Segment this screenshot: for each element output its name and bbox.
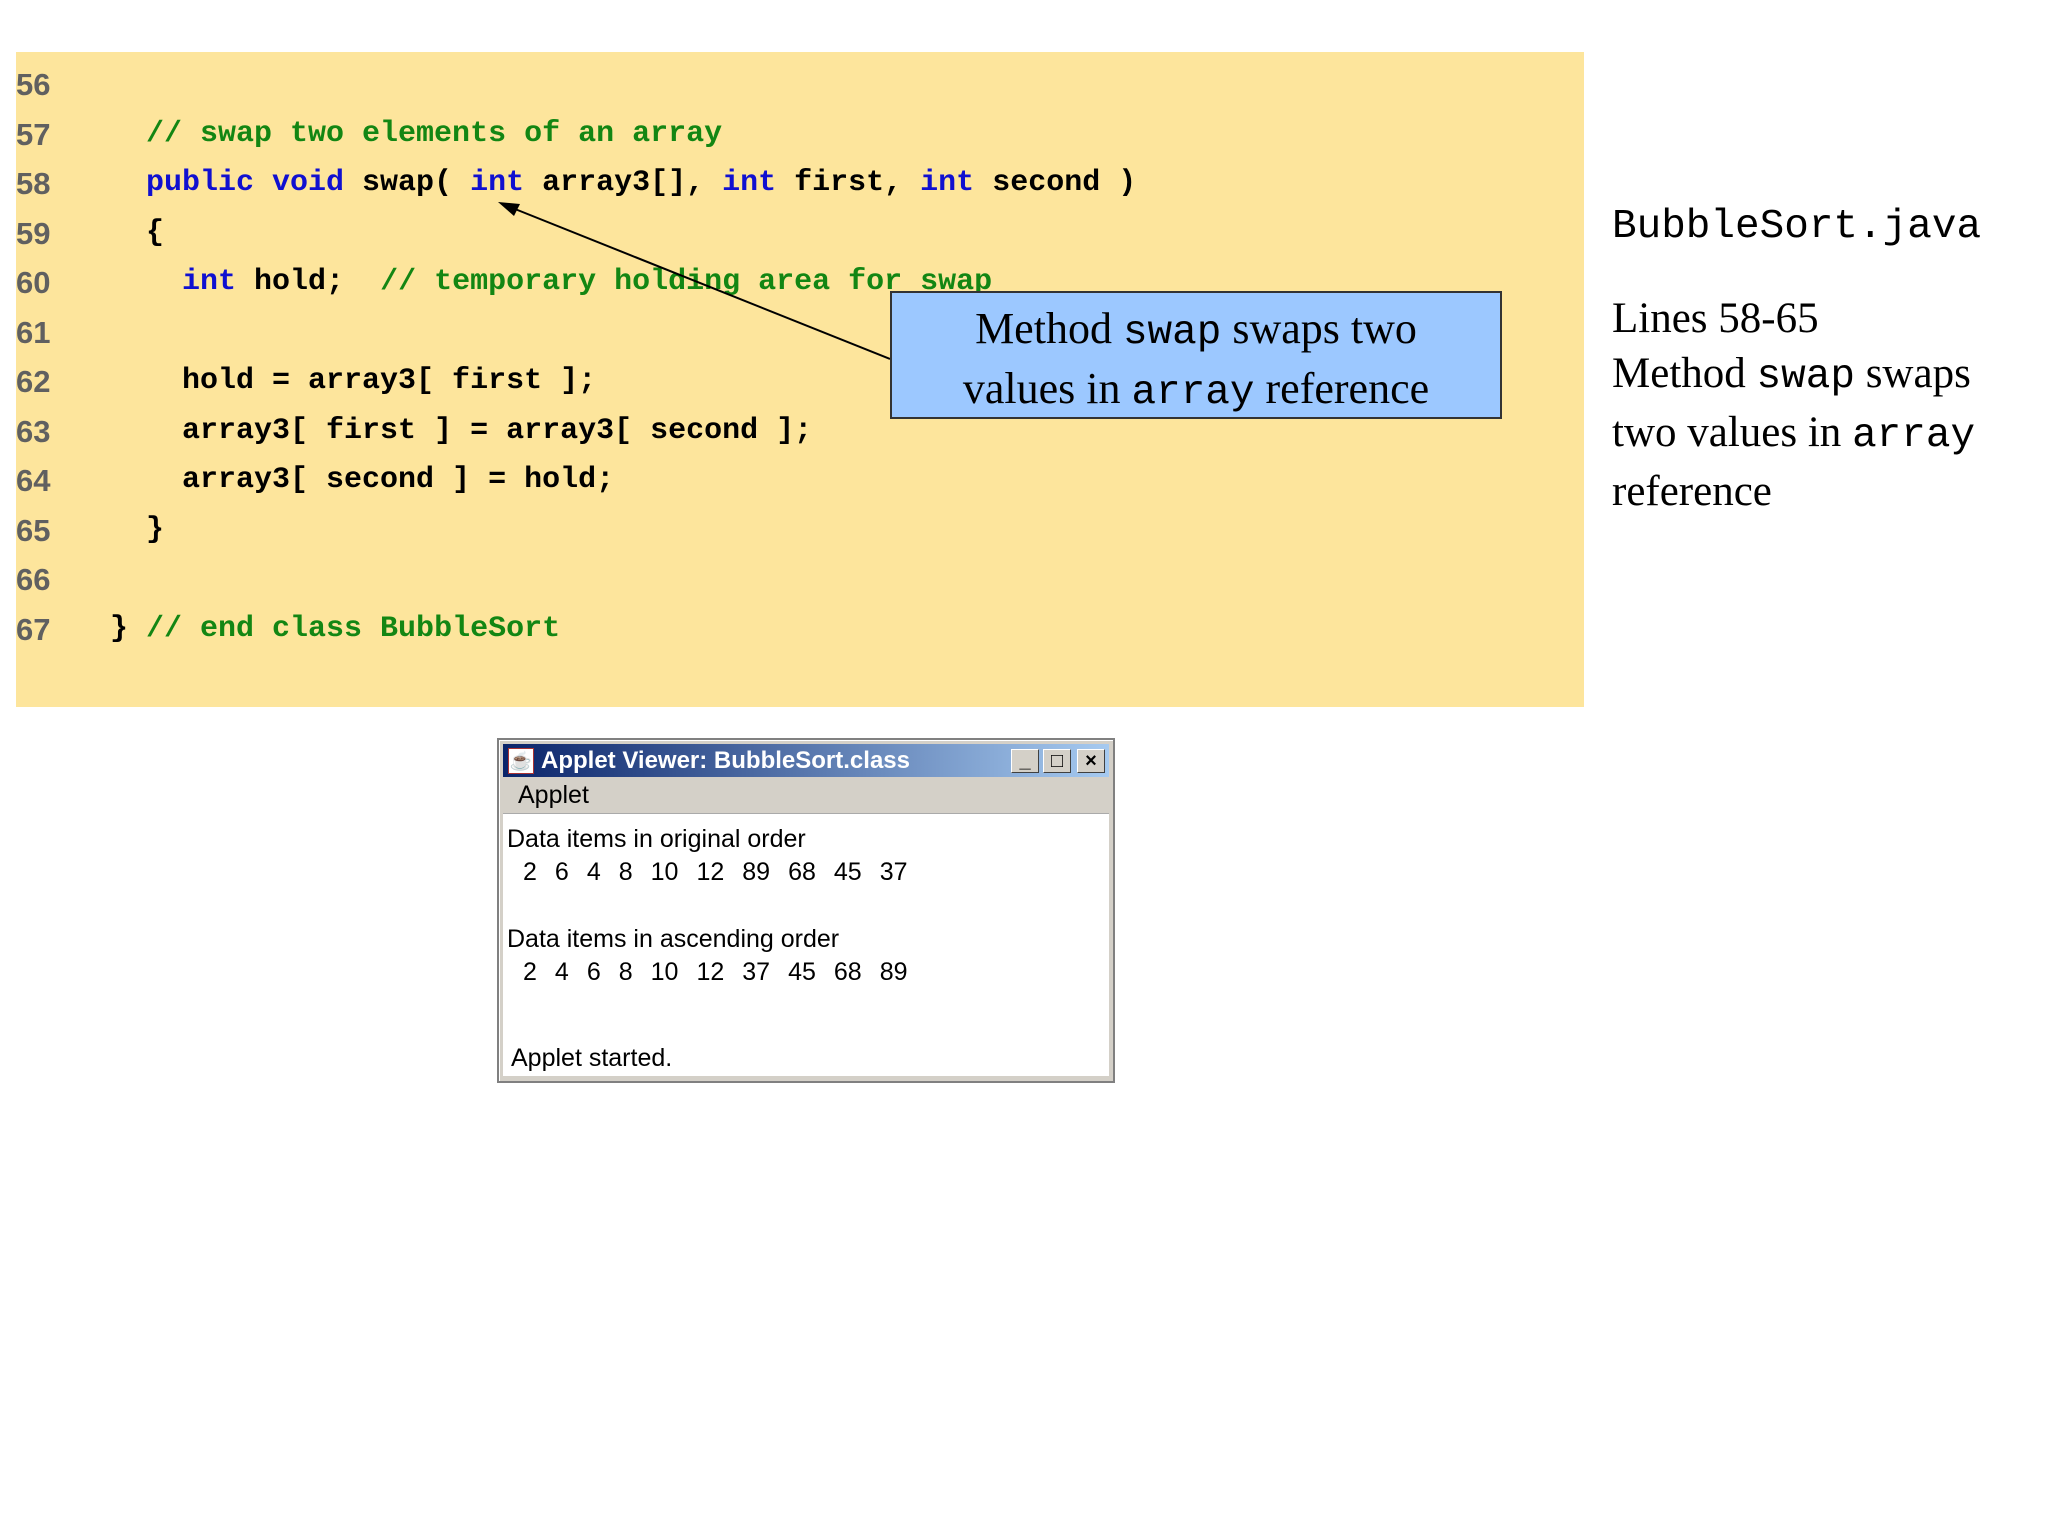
file-name: BubbleSort.java — [1612, 204, 1982, 250]
line-number: 63 — [16, 413, 51, 449]
value-item: 12 — [696, 958, 725, 986]
code-text: int hold; // temporary holding area for … — [74, 265, 993, 299]
value-item: 8 — [618, 858, 633, 886]
code-text: hold = array3[ first ]; — [74, 364, 597, 398]
line-number: 58 — [16, 166, 51, 201]
original-values: 2 6 4 8 10 12 89 68 45 37 — [523, 857, 926, 887]
line-number: 62 — [16, 364, 51, 399]
line-number: 66 — [16, 562, 51, 597]
applet-window: ☕ Applet Viewer: BubbleSort.class _ □ × … — [497, 738, 1115, 1083]
value-item: 8 — [618, 958, 633, 986]
value-item: 37 — [879, 858, 908, 886]
value-item: 10 — [650, 958, 679, 986]
value-item: 2 — [523, 858, 537, 886]
value-item: 89 — [879, 958, 908, 986]
minimize-button[interactable]: _ — [1011, 749, 1039, 773]
code-text: array3[ first ] = array3[ second ]; — [74, 413, 813, 448]
side-description: Method swap swaps two values in array re… — [1612, 350, 1976, 515]
line-number: 57 — [16, 116, 51, 152]
callout-line-1: Method swap swaps two — [975, 304, 1417, 356]
callout-line-2: values in array reference — [962, 364, 1430, 416]
code-text: array3[ second ] = hold; — [74, 463, 615, 497]
callout-box: Method swap swaps two values in array re… — [890, 291, 1502, 419]
menu-bar: Applet — [503, 779, 1109, 811]
sorted-values: 2 4 6 8 10 12 37 45 68 89 — [523, 957, 926, 987]
line-number: 65 — [16, 512, 51, 548]
original-order-label: Data items in original order — [507, 825, 806, 853]
ascending-order-label: Data items in ascending order — [507, 925, 840, 953]
status-bar: Applet started. — [503, 1040, 1109, 1076]
menu-applet[interactable]: Applet — [518, 781, 589, 809]
code-text: // swap two elements of an array — [74, 116, 723, 151]
value-item: 4 — [586, 858, 601, 886]
code-text: } — [74, 512, 165, 547]
value-item: 37 — [742, 958, 771, 986]
line-number: 59 — [16, 215, 51, 251]
status-text: Applet started. — [511, 1044, 673, 1072]
line-number: 67 — [16, 611, 51, 647]
value-item: 45 — [833, 858, 862, 886]
code-text: { — [74, 215, 165, 250]
value-item: 6 — [554, 858, 569, 886]
value-item: 89 — [742, 858, 771, 886]
title-bar[interactable]: ☕ Applet Viewer: BubbleSort.class _ □ × — [503, 744, 1109, 777]
code-text: public void swap( int array3[], int firs… — [74, 166, 1137, 200]
value-item: 10 — [650, 858, 679, 886]
lines-label: Lines 58-65 — [1612, 295, 1819, 342]
java-icon: ☕ — [508, 748, 534, 774]
value-item: 6 — [586, 958, 601, 986]
close-button[interactable]: × — [1077, 749, 1105, 773]
value-item: 4 — [554, 958, 569, 986]
window-title: Applet Viewer: BubbleSort.class — [541, 747, 910, 774]
applet-content: Data items in original order 2 6 4 8 10 12 89 6… — [503, 813, 1109, 1076]
line-number: 61 — [16, 314, 51, 350]
side-notes: BubbleSort.java Lines 58-65 Method swap … — [1612, 200, 2032, 519]
line-number: 64 — [16, 463, 51, 498]
value-item: 12 — [696, 858, 725, 886]
maximize-button[interactable]: □ — [1043, 749, 1071, 773]
code-text: } // end class BubbleSort — [74, 611, 561, 646]
value-item: 68 — [788, 858, 816, 886]
value-item: 45 — [788, 958, 816, 986]
line-number: 60 — [16, 265, 51, 300]
value-item: 68 — [833, 958, 862, 986]
value-item: 2 — [523, 958, 537, 986]
line-number: 56 — [16, 67, 51, 102]
